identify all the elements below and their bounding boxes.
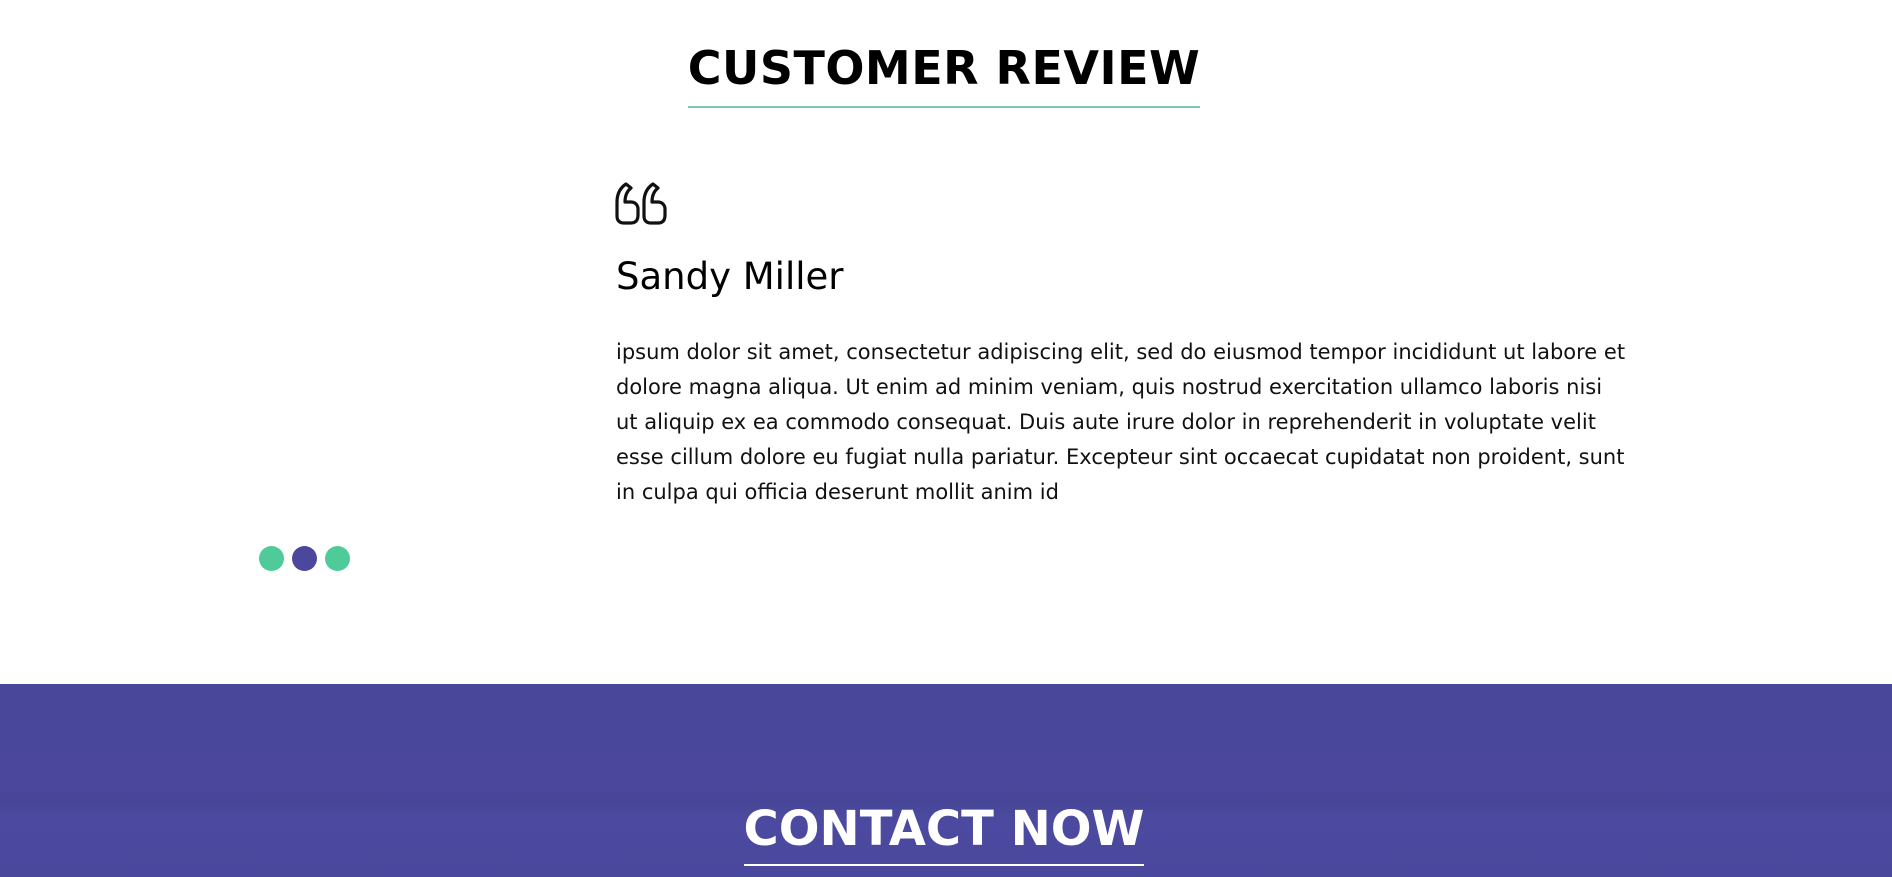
section-title: CUSTOMER REVIEW [687,38,1201,108]
slider-dots [259,546,350,571]
quote-open-icon [615,182,667,225]
contact-title[interactable]: CONTACT NOW [743,798,1145,866]
review-text: ipsum dolor sit amet, consectetur adipis… [616,340,1626,504]
slider-dot-2[interactable] [292,546,317,571]
contact-section: CONTACT NOW [0,684,1892,877]
customer-review-section: CUSTOMER REVIEW Sandy Miller ipsum dolor… [0,0,1892,684]
reviewer-name: Sandy Miller [616,255,844,298]
section-title-wrapper: CUSTOMER REVIEW [0,38,1888,108]
slider-dot-1[interactable] [259,546,284,571]
page: CUSTOMER REVIEW Sandy Miller ipsum dolor… [0,0,1892,877]
contact-title-wrapper: CONTACT NOW [0,798,1888,866]
slider-dot-3[interactable] [325,546,350,571]
